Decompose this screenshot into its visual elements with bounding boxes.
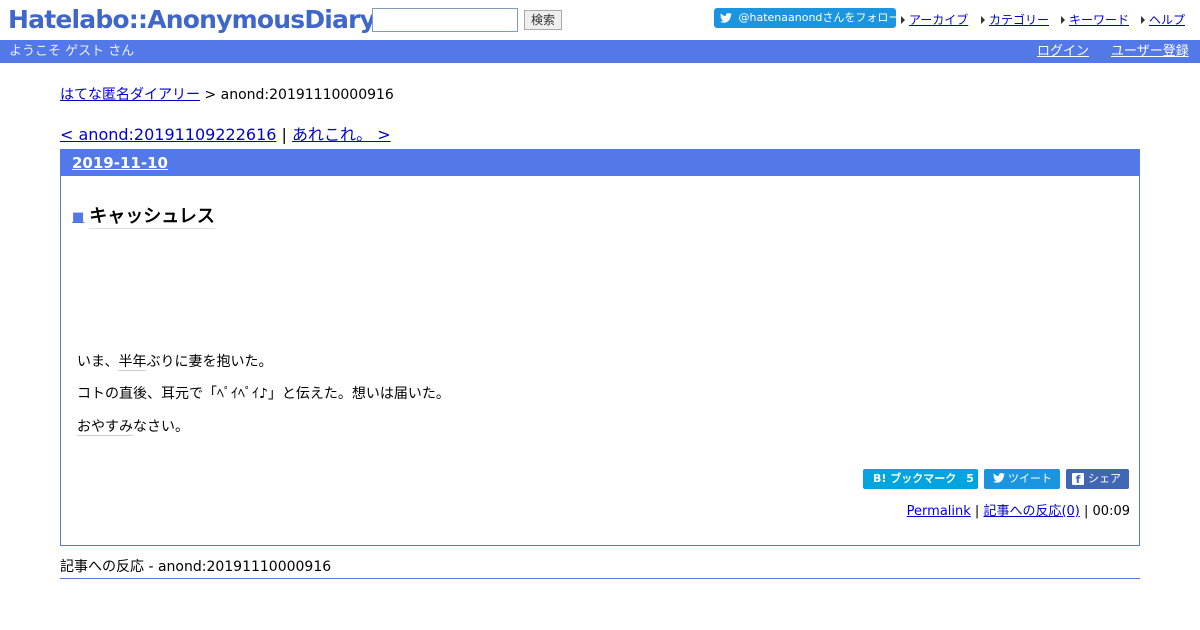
entry-paragraph-1: いま、半年ぶりに妻を抱いた。 [77,351,272,371]
breadcrumb-current: anond:20191110000916 [220,87,394,103]
arrow-right-icon [1139,16,1145,24]
keyword-link[interactable]: おやすみ [77,419,133,436]
entry-footer: Permalink | 記事への反応(0) | 00:09 [907,500,1130,519]
entry-time: 00:09 [1092,504,1130,519]
site-header: Hatelabo::AnonymousDiary 検索 @hatenaanond… [0,0,1200,40]
reactions-link[interactable]: 記事への反応(0) [983,504,1079,519]
entry-paragraph-2: コトの直後、耳元で「ﾍﾟｲﾍﾟｲ♪」と伝えた。想いは届いた。 [77,383,450,403]
day-header: 2019-11-10 [61,150,1139,176]
entry-paragraph-3: おやすみなさい。 [77,416,189,436]
day-date-link[interactable]: 2019-11-10 [72,154,168,172]
footer-separator: | [1079,504,1093,519]
nav-archive[interactable]: アーカイブ [899,11,968,28]
paragraph-text: なさい。 [133,419,189,435]
nav-category[interactable]: カテゴリー [979,11,1049,28]
nav-help-link[interactable]: ヘルプ [1149,13,1185,27]
arrow-right-icon [979,16,985,24]
register-link[interactable]: ユーザー登録 [1111,40,1189,63]
hatebu-label: B! ブックマーク [873,472,957,485]
next-entry-link[interactable]: あれこれ。 > [292,125,391,144]
arrow-right-icon [899,16,905,24]
facebook-share-button[interactable]: f シェア [1066,469,1129,489]
prev-entry-link[interactable]: < anond:20191109222616 [60,125,276,144]
welcome-text: ようこそ ゲスト さん [9,44,135,59]
prev-next-separator: | [276,125,292,144]
nav-keyword-link[interactable]: キーワード [1069,13,1129,27]
nav-help[interactable]: ヘルプ [1139,11,1185,28]
search-input[interactable] [372,8,518,32]
day-entry: 2019-11-10 ■ キャッシュレス いま、半年ぶりに妻を抱いた。 コトの直後… [60,149,1140,546]
facebook-icon: f [1072,473,1084,486]
breadcrumb-separator: > [200,87,221,103]
twitter-follow-label: @hatenaanondさんをフォロー [738,11,897,24]
reactions-heading: 記事への反応 - anond:20191110000916 [60,556,1140,579]
tweet-button[interactable]: ツイート [984,469,1060,489]
hatebu-count: 5 [966,472,974,485]
entry-title-text: キャッシュレス [89,206,215,229]
breadcrumb: はてな匿名ダイアリー > anond:20191110000916 [60,84,394,104]
section-square-icon[interactable]: ■ [72,210,84,225]
twitter-follow-button[interactable]: @hatenaanondさんをフォロー [714,8,896,28]
hatena-bookmark-button[interactable]: B! ブックマーク 5 [863,469,978,489]
search-button[interactable]: 検索 [524,10,562,30]
login-link[interactable]: ログイン [1037,40,1089,63]
keyword-link[interactable]: 半年 [118,354,147,371]
entry-title: ■ キャッシュレス [72,202,215,229]
twitter-bird-icon [993,472,1005,483]
nav-archive-link[interactable]: アーカイブ [909,13,968,27]
nav-category-link[interactable]: カテゴリー [989,13,1049,27]
twitter-bird-icon [720,12,732,23]
paragraph-text: いま、 [77,354,119,370]
breadcrumb-home-link[interactable]: はてな匿名ダイアリー [60,87,200,103]
paragraph-text: コトの直後、耳元で「ﾍﾟｲﾍﾟｲ♪」と伝えた。想いは届いた。 [77,386,450,402]
fb-share-label: シェア [1088,472,1121,485]
paragraph-text: ぶりに妻を抱いた。 [146,354,273,370]
nav-keyword[interactable]: キーワード [1059,11,1129,28]
footer-separator: | [970,504,984,519]
user-bar: ようこそ ゲスト さん ログイン ユーザー登録 [0,40,1200,63]
arrow-right-icon [1059,16,1065,24]
site-logo[interactable]: Hatelabo::AnonymousDiary [8,4,376,36]
tweet-label: ツイート [1008,472,1052,485]
prev-next-nav: < anond:20191109222616 | あれこれ。 > [60,121,391,145]
permalink-link[interactable]: Permalink [907,504,971,519]
